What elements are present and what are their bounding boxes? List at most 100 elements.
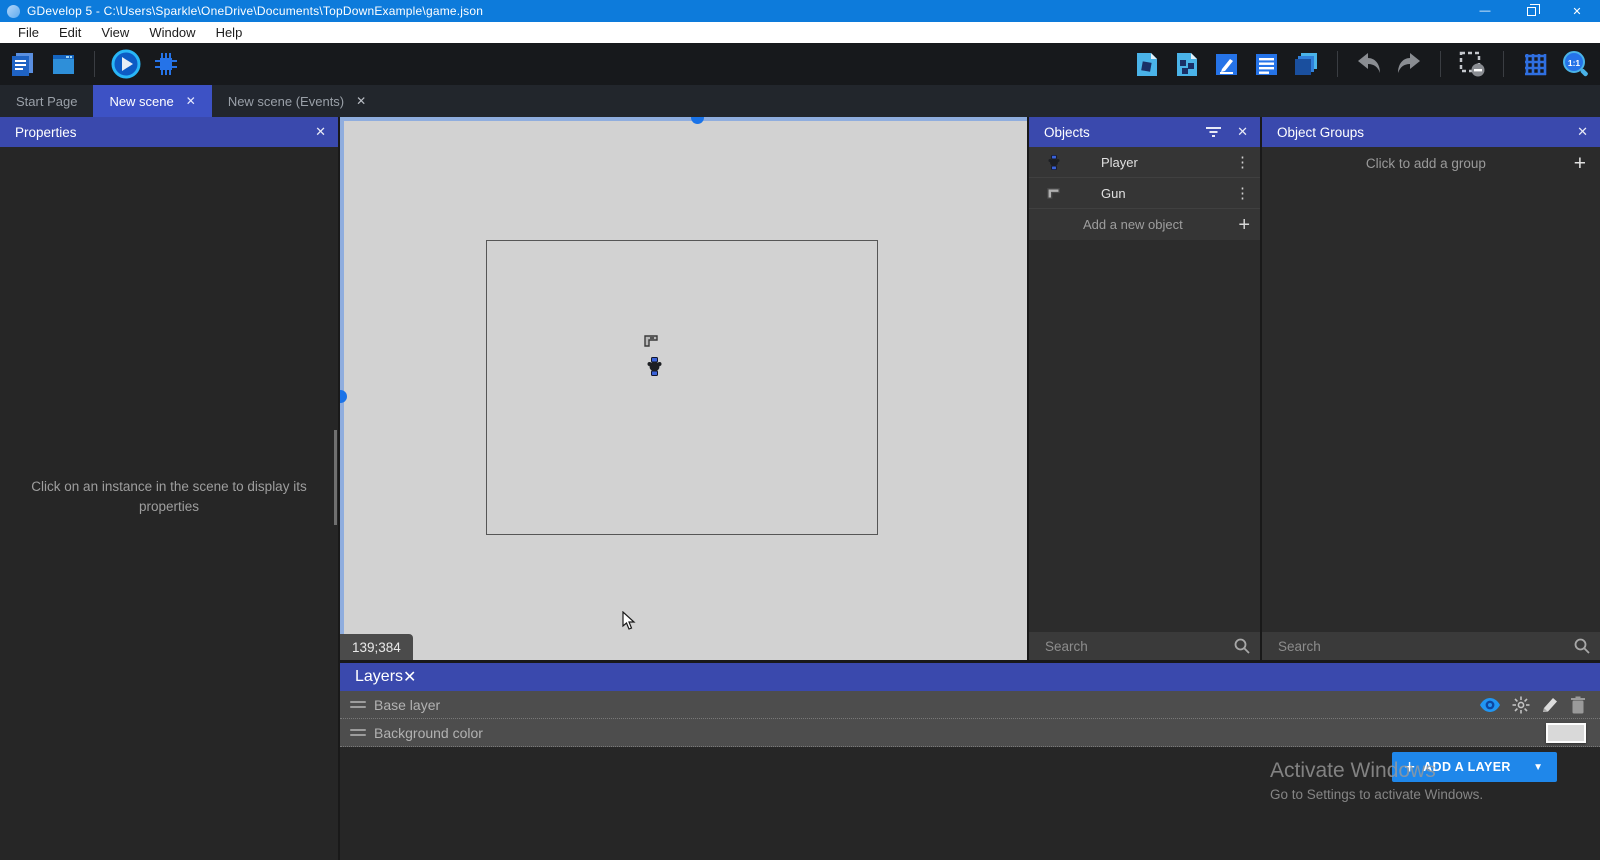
objects-panel: Objects ✕ Player ⋮ Gun ⋮ Add a new objec…: [1029, 117, 1260, 660]
close-window-button[interactable]: ✕: [1554, 0, 1600, 22]
layers-panel: Layers ✕ Base layer: [340, 663, 1600, 860]
minimize-button[interactable]: —: [1462, 0, 1508, 22]
tab-label: New scene: [109, 94, 173, 109]
toolbar-separator: [1440, 51, 1441, 77]
layers-panel-header: Layers ✕: [340, 663, 1600, 691]
object-menu-icon[interactable]: ⋮: [1235, 184, 1250, 202]
preview-window-icon[interactable]: [48, 49, 78, 79]
canvas-vertical-scrollbar[interactable]: [340, 117, 344, 660]
object-groups-panel-header: Object Groups ✕: [1262, 117, 1600, 147]
horizontal-scroll-thumb[interactable]: [691, 117, 704, 124]
drag-handle-icon[interactable]: [350, 701, 366, 708]
background-color-swatch[interactable]: [1546, 723, 1586, 743]
open-instances-list-icon[interactable]: [1251, 49, 1281, 79]
open-object-groups-panel-icon[interactable]: [1171, 49, 1201, 79]
panel-title: Object Groups: [1277, 125, 1364, 140]
add-a-layer-button[interactable]: + ADD A LAYER ▼: [1392, 752, 1557, 782]
close-tab-icon[interactable]: ✕: [186, 94, 196, 108]
gun-object-icon: [1045, 186, 1063, 200]
panel-title: Objects: [1044, 125, 1090, 140]
properties-empty-message: Click on an instance in the scene to dis…: [9, 477, 329, 517]
objects-search-bar: [1029, 632, 1260, 660]
title-bar: GDevelop 5 - C:\Users\Sparkle\OneDrive\D…: [0, 0, 1600, 22]
search-icon: [1574, 638, 1590, 654]
canvas-horizontal-scrollbar[interactable]: [340, 117, 1027, 121]
layer-name: Background color: [374, 725, 483, 741]
mouse-cursor: [622, 611, 636, 631]
game-window-bounds: [486, 240, 878, 535]
object-row-gun[interactable]: Gun ⋮: [1029, 178, 1260, 209]
menu-file[interactable]: File: [8, 22, 49, 43]
menu-help[interactable]: Help: [206, 22, 253, 43]
player-object-icon: [1045, 155, 1063, 170]
objects-panel-header: Objects ✕: [1029, 117, 1260, 147]
toolbar-separator: [94, 51, 95, 77]
object-name: Player: [1101, 155, 1138, 170]
search-icon: [1234, 638, 1250, 654]
close-object-groups-icon[interactable]: ✕: [1577, 124, 1588, 140]
toolbar-separator: [1337, 51, 1338, 77]
layer-effects-icon[interactable]: [1512, 696, 1530, 714]
plus-icon: +: [1238, 215, 1250, 235]
object-menu-icon[interactable]: ⋮: [1235, 153, 1250, 171]
zoom-1-1-icon[interactable]: 1:1: [1560, 49, 1590, 79]
editor-tab-bar: Start Page New scene ✕ New scene (Events…: [0, 85, 1600, 117]
drag-handle-icon[interactable]: [350, 729, 366, 736]
close-properties-icon[interactable]: ✕: [315, 124, 326, 140]
properties-panel: Properties ✕ Click on an instance in the…: [0, 117, 338, 860]
filter-objects-icon[interactable]: [1206, 126, 1221, 138]
gdevelop-logo-icon: [7, 5, 20, 18]
menu-edit[interactable]: Edit: [49, 22, 91, 43]
layer-edit-pencil-icon[interactable]: [1541, 696, 1559, 714]
project-manager-icon[interactable]: [8, 49, 38, 79]
caret-down-icon[interactable]: ▼: [1519, 762, 1557, 773]
plus-icon: +: [1574, 153, 1586, 174]
add-new-object-button[interactable]: Add a new object +: [1029, 209, 1260, 240]
redo-icon[interactable]: [1394, 49, 1424, 79]
gun-instance[interactable]: [644, 333, 659, 348]
groups-search-bar: [1262, 632, 1600, 660]
properties-scrollbar[interactable]: [334, 430, 337, 525]
layer-delete-trash-icon[interactable]: [1570, 696, 1586, 714]
objects-search-input[interactable]: [1045, 639, 1234, 654]
layer-name: Base layer: [374, 697, 440, 713]
open-layers-panel-icon[interactable]: [1291, 49, 1321, 79]
layer-row-background-color[interactable]: Background color: [340, 719, 1600, 747]
panel-title: Properties: [15, 125, 77, 140]
restore-icon: [1527, 7, 1536, 16]
tab-new-scene-events[interactable]: New scene (Events) ✕: [212, 85, 382, 117]
close-objects-icon[interactable]: ✕: [1237, 124, 1248, 140]
groups-search-input[interactable]: [1278, 639, 1574, 654]
debug-icon[interactable]: [151, 49, 181, 79]
svg-text:1:1: 1:1: [1567, 58, 1580, 68]
layer-visibility-eye-icon[interactable]: [1479, 697, 1501, 713]
object-groups-panel: Object Groups ✕ Click to add a group +: [1262, 117, 1600, 660]
close-tab-icon[interactable]: ✕: [356, 94, 366, 108]
toolbar-separator: [1503, 51, 1504, 77]
vertical-scroll-thumb[interactable]: [340, 390, 347, 403]
undo-icon[interactable]: [1354, 49, 1384, 79]
open-objects-panel-icon[interactable]: [1131, 49, 1161, 79]
scene-canvas[interactable]: 139;384: [340, 117, 1027, 660]
restore-button[interactable]: [1508, 0, 1554, 22]
layer-row-base[interactable]: Base layer: [340, 691, 1600, 719]
tab-new-scene[interactable]: New scene ✕: [93, 85, 211, 117]
grid-icon[interactable]: [1520, 49, 1550, 79]
open-properties-panel-icon[interactable]: [1211, 49, 1241, 79]
window-title: GDevelop 5 - C:\Users\Sparkle\OneDrive\D…: [27, 4, 483, 18]
object-row-player[interactable]: Player ⋮: [1029, 147, 1260, 178]
add-object-label: Add a new object: [1083, 217, 1183, 232]
tab-start-page[interactable]: Start Page: [0, 85, 93, 117]
menu-view[interactable]: View: [91, 22, 139, 43]
add-group-label: Click to add a group: [1278, 156, 1574, 171]
clear-selection-icon[interactable]: [1457, 49, 1487, 79]
add-group-button[interactable]: Click to add a group +: [1262, 147, 1600, 179]
play-preview-icon[interactable]: [111, 49, 141, 79]
tab-label: Start Page: [16, 94, 77, 109]
toolbar: 1:1: [0, 43, 1600, 85]
cursor-coordinates-badge: 139;384: [340, 634, 413, 660]
player-instance[interactable]: [647, 357, 662, 376]
menu-window[interactable]: Window: [139, 22, 205, 43]
panel-title: Layers: [355, 668, 403, 686]
close-layers-icon[interactable]: ✕: [403, 667, 416, 687]
